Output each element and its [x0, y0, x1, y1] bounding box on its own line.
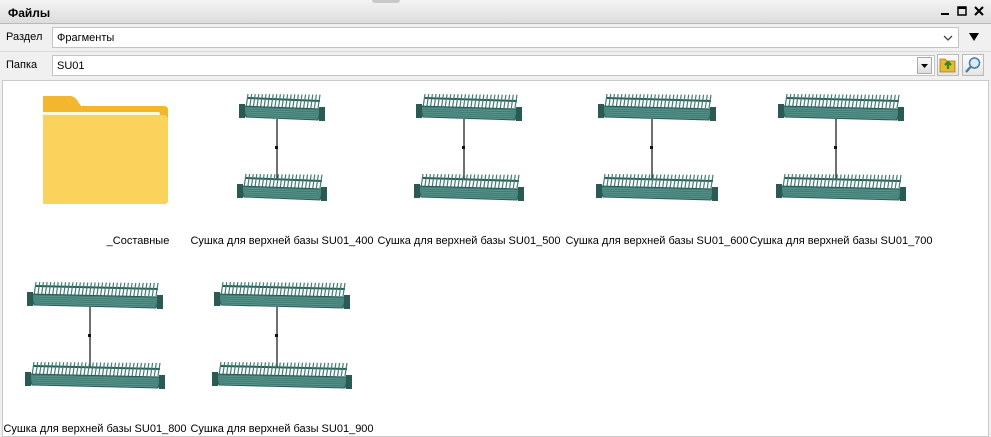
- item-caption: Сушка для верхней базы SU01_600: [565, 235, 749, 247]
- panel-titlebar: Файлы: [0, 0, 991, 24]
- dish-rack-thumbnail: [414, 93, 524, 201]
- folder-up-icon: [939, 58, 956, 73]
- minimize-icon[interactable]: [939, 5, 951, 17]
- list-item[interactable]: Сушка для верхней базы SU01_600: [562, 84, 752, 264]
- file-view[interactable]: _Составные Сушка для верхней базы SU01_4…: [2, 80, 989, 437]
- row-separator: [0, 51, 991, 52]
- item-caption: Сушка для верхней базы SU01_500: [377, 235, 561, 247]
- folder-value: SU01: [57, 60, 85, 72]
- maximize-icon[interactable]: [956, 5, 968, 17]
- item-caption: Сушка для верхней базы SU01_700: [749, 235, 933, 247]
- menu-arrow-icon[interactable]: [968, 32, 980, 42]
- list-item[interactable]: Сушка для верхней базы SU01_400: [187, 84, 377, 264]
- window-controls: [939, 5, 985, 17]
- dish-rack-thumbnail: [25, 281, 165, 389]
- dish-rack-thumbnail: [596, 93, 718, 201]
- chevron-down-icon: [943, 35, 953, 41]
- close-icon[interactable]: [973, 5, 985, 17]
- list-item[interactable]: Сушка для верхней базы SU01_500: [374, 84, 564, 264]
- item-caption: Сушка для верхней базы SU01_400: [190, 235, 374, 247]
- folder-row: Папка SU01: [0, 53, 991, 77]
- folder-dropdown-button[interactable]: [917, 57, 932, 74]
- resize-grip[interactable]: [372, 0, 400, 3]
- list-item[interactable]: Сушка для верхней базы SU01_900: [187, 272, 377, 437]
- section-row: Раздел Фрагменты: [0, 25, 991, 49]
- dropdown-arrow-icon: [921, 64, 928, 68]
- folder-combo[interactable]: SU01: [52, 55, 935, 76]
- search-icon: [965, 57, 981, 73]
- search-button[interactable]: [962, 54, 984, 76]
- section-value: Фрагменты: [57, 32, 115, 44]
- panel-title: Файлы: [8, 6, 51, 20]
- dish-rack-thumbnail: [776, 93, 906, 201]
- folder-label: Папка: [6, 59, 38, 71]
- item-caption: Сушка для верхней базы SU01_900: [190, 423, 374, 435]
- list-item[interactable]: Сушка для верхней базы SU01_700: [746, 84, 936, 264]
- section-label: Раздел: [6, 31, 43, 43]
- dish-rack-thumbnail: [237, 93, 327, 201]
- list-item[interactable]: Сушка для верхней базы SU01_800: [0, 272, 190, 437]
- item-caption: Сушка для верхней базы SU01_800: [3, 423, 187, 435]
- section-combo[interactable]: Фрагменты: [52, 27, 959, 48]
- dish-rack-thumbnail: [212, 281, 352, 389]
- folder-up-button[interactable]: [937, 54, 959, 76]
